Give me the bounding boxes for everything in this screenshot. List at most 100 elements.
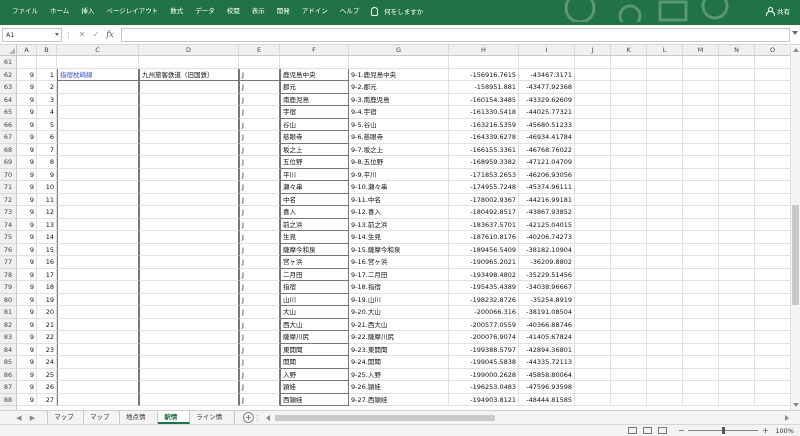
vertical-scrollbar[interactable] (790, 45, 800, 410)
empty-cell[interactable] (719, 131, 755, 144)
column-header[interactable]: J (575, 45, 611, 56)
empty-cell[interactable] (719, 393, 755, 406)
empty-cell[interactable] (37, 56, 57, 69)
cell-d[interactable] (139, 156, 239, 169)
chevron-down-icon[interactable] (55, 33, 59, 36)
empty-cell[interactable] (755, 119, 790, 131)
cell-g[interactable]: 9-6.慈眼寺 (349, 131, 449, 144)
cell-f[interactable]: 薩摩川尻 (280, 331, 349, 344)
cell-b[interactable]: 6 (37, 131, 57, 144)
cell-d[interactable] (139, 81, 239, 94)
row-header[interactable]: 68 (0, 143, 17, 156)
sheet-tab-lines[interactable]: ライン情報 (190, 411, 235, 434)
empty-cell[interactable] (611, 331, 647, 344)
cell-i[interactable]: -47596.93598 (519, 381, 575, 394)
cell-f[interactable]: 指宿 (280, 281, 349, 294)
cell-f[interactable]: 谷山 (280, 118, 349, 131)
empty-cell[interactable] (611, 156, 647, 169)
cell-g[interactable]: 9-22.薩摩川尻 (349, 331, 449, 344)
empty-cell[interactable] (683, 393, 719, 406)
column-header[interactable]: A (17, 45, 37, 56)
empty-cell[interactable] (575, 318, 611, 331)
cell-e[interactable]: J (239, 343, 280, 356)
cell-b[interactable]: 20 (37, 306, 57, 319)
cell-a[interactable]: 9 (17, 318, 37, 331)
empty-cell[interactable] (647, 381, 683, 394)
empty-cell[interactable] (755, 244, 790, 256)
cell-b[interactable]: 9 (37, 168, 57, 181)
share-button[interactable]: 共有 (766, 0, 790, 22)
cell-d[interactable] (139, 256, 239, 269)
empty-cell[interactable] (683, 106, 719, 119)
cell-d[interactable] (139, 131, 239, 144)
worksheet-grid[interactable]: ABCDEFGHIJKLMNOP616291指宿枕崎線九州旅客鉄道（旧国鉄）J鹿… (0, 45, 790, 410)
row-header[interactable]: 78 (0, 268, 17, 281)
cell-d[interactable] (139, 281, 239, 294)
empty-cell[interactable] (449, 56, 519, 69)
empty-cell[interactable] (575, 256, 611, 269)
empty-cell[interactable] (683, 256, 719, 269)
empty-cell[interactable] (683, 193, 719, 206)
empty-cell[interactable] (755, 181, 790, 194)
cell-b[interactable]: 21 (37, 318, 57, 331)
cell-g[interactable]: 9-24.開聞 (349, 356, 449, 369)
cell-d[interactable]: 九州旅客鉄道（旧国鉄） (139, 68, 239, 81)
empty-cell[interactable] (755, 131, 790, 144)
cell-c[interactable] (57, 206, 139, 219)
empty-cell[interactable] (683, 318, 719, 331)
cell-c[interactable] (57, 368, 139, 381)
cell-g[interactable]: 9-16.宮ヶ浜 (349, 256, 449, 269)
cell-e[interactable]: J (239, 206, 280, 219)
cell-b[interactable]: 12 (37, 206, 57, 219)
empty-cell[interactable] (647, 206, 683, 219)
cell-i[interactable]: -46768.76022 (519, 143, 575, 156)
empty-cell[interactable] (647, 143, 683, 156)
row-header[interactable]: 76 (0, 243, 17, 256)
cell-c[interactable] (57, 81, 139, 94)
cell-a[interactable]: 9 (17, 93, 37, 106)
empty-cell[interactable] (611, 293, 647, 306)
row-header[interactable]: 75 (0, 231, 17, 244)
row-header[interactable]: 72 (0, 193, 17, 206)
cell-g[interactable]: 9-17.二月田 (349, 268, 449, 281)
column-header[interactable]: L (647, 45, 683, 56)
row-header[interactable]: 86 (0, 368, 17, 381)
empty-cell[interactable] (575, 193, 611, 206)
row-header[interactable]: 63 (0, 81, 17, 94)
empty-cell[interactable] (719, 293, 755, 306)
empty-cell[interactable] (755, 344, 790, 356)
empty-cell[interactable] (683, 206, 719, 219)
cell-a[interactable]: 9 (17, 193, 37, 206)
row-header[interactable]: 71 (0, 181, 17, 194)
empty-cell[interactable] (611, 118, 647, 131)
cell-h[interactable]: -200066.316 (449, 306, 519, 319)
cell-b[interactable]: 26 (37, 381, 57, 394)
cell-d[interactable] (139, 306, 239, 319)
cell-a[interactable]: 9 (17, 306, 37, 319)
cell-e[interactable]: J (239, 106, 280, 119)
cell-h[interactable]: -198232.8726 (449, 293, 519, 306)
row-header[interactable]: 87 (0, 381, 17, 394)
menu-review[interactable]: 校閲 (221, 0, 246, 22)
cell-a[interactable]: 9 (17, 243, 37, 256)
empty-cell[interactable] (611, 181, 647, 194)
cell-a[interactable]: 9 (17, 331, 37, 344)
cell-i[interactable]: -43329.62609 (519, 93, 575, 106)
empty-cell[interactable] (611, 206, 647, 219)
empty-cell[interactable] (575, 81, 611, 94)
cell-f[interactable]: 宮ヶ浜 (280, 256, 349, 269)
name-box[interactable]: A1 (2, 27, 62, 42)
cell-b[interactable]: 27 (37, 393, 57, 406)
zoom-in-icon[interactable]: + (761, 426, 769, 435)
cell-e[interactable]: J (239, 393, 280, 406)
cell-i[interactable]: -40366.88746 (519, 318, 575, 331)
empty-cell[interactable] (647, 356, 683, 369)
cell-g[interactable]: 9-23.東開聞 (349, 343, 449, 356)
row-header[interactable]: 80 (0, 293, 17, 306)
row-header[interactable]: 81 (0, 306, 17, 319)
cell-e[interactable]: J (239, 381, 280, 394)
empty-cell[interactable] (647, 168, 683, 181)
empty-cell[interactable] (683, 156, 719, 169)
empty-cell[interactable] (647, 343, 683, 356)
cell-b[interactable]: 19 (37, 293, 57, 306)
